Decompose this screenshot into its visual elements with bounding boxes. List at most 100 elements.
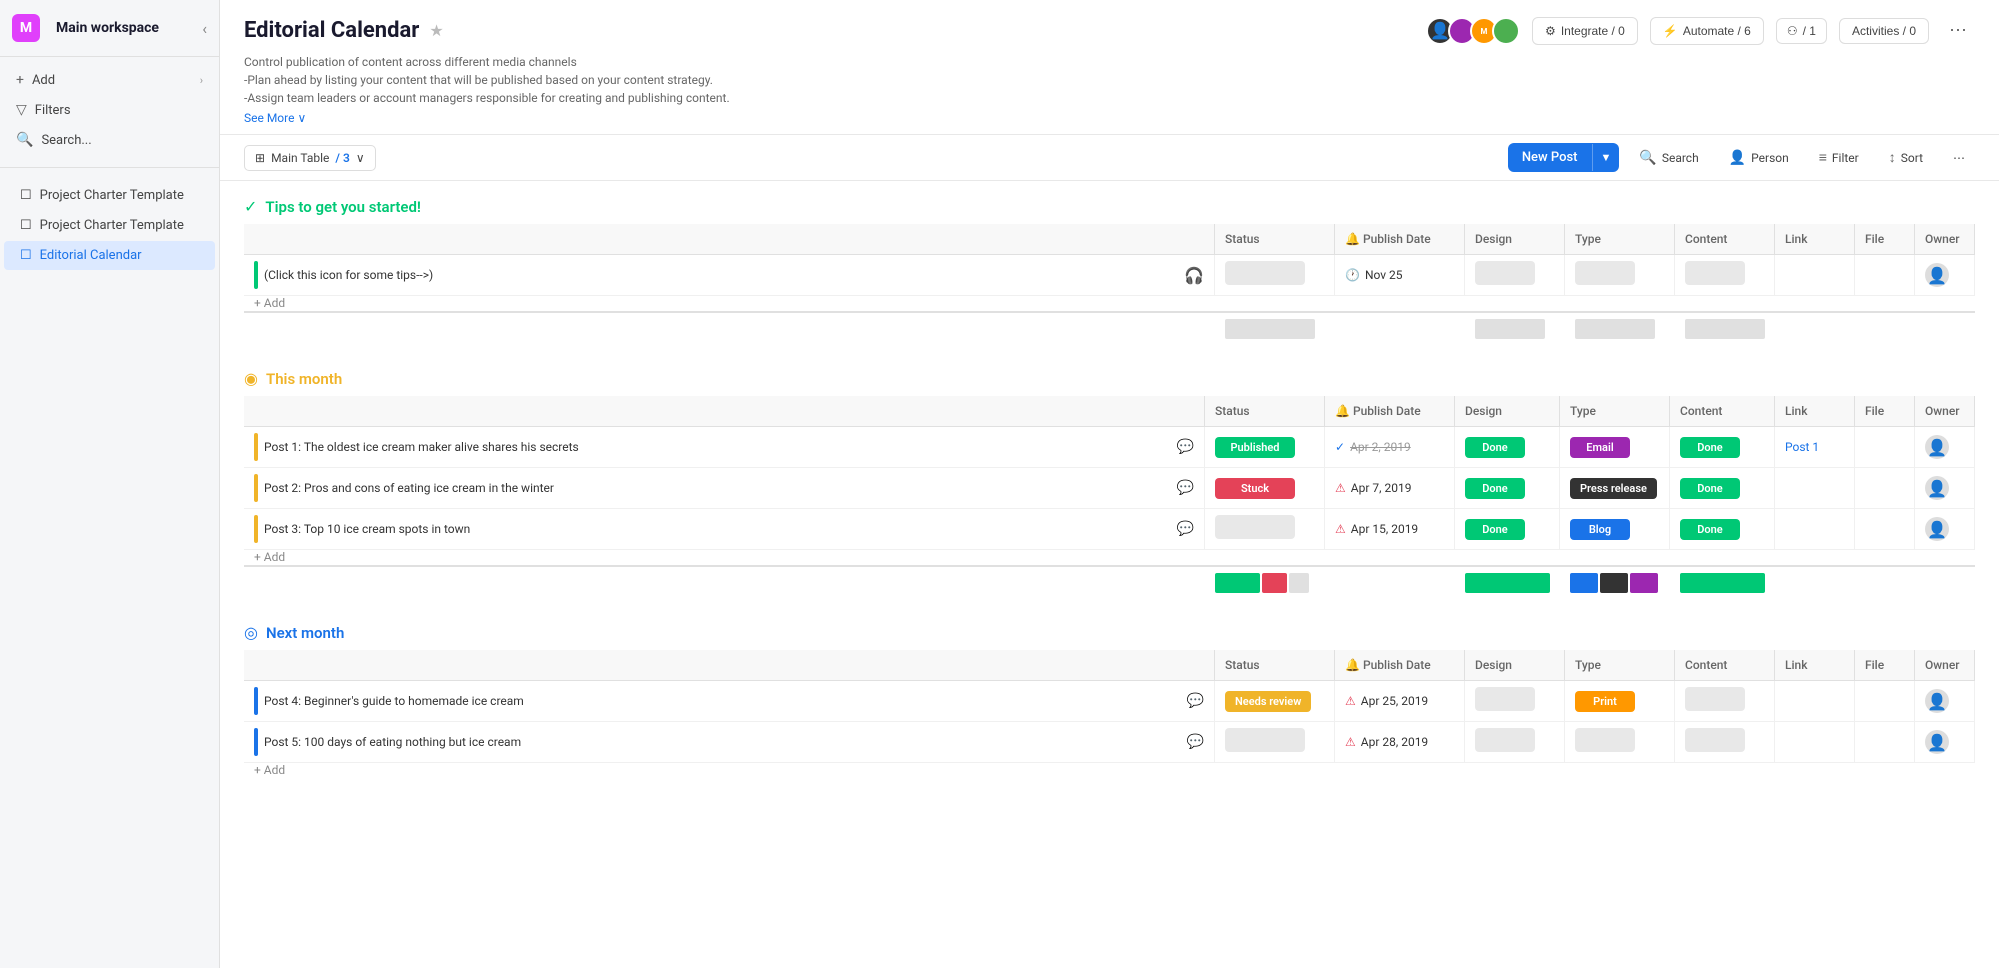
- design-cell: Done: [1455, 509, 1560, 550]
- col-header-file-2: File: [1855, 396, 1915, 427]
- type-badge: Email: [1570, 437, 1630, 458]
- summary-name-cell: [244, 566, 1205, 599]
- col-header-date-3: 🔔 Publish Date: [1335, 650, 1465, 681]
- filter-button[interactable]: ≡ Filter: [1809, 144, 1869, 171]
- date-check-icon: ✓: [1335, 440, 1345, 454]
- summary-press: [1600, 573, 1628, 593]
- summary-name-cell: [244, 312, 1215, 345]
- summary-status: [1215, 312, 1335, 345]
- automate-button[interactable]: ⚡ Automate / 6: [1650, 17, 1764, 45]
- sidebar-item-project1[interactable]: ☐ Project Charter Template: [4, 181, 215, 210]
- avatar-4: [1492, 17, 1520, 45]
- type-badge: Print: [1575, 691, 1635, 712]
- sort-button[interactable]: ↕ Sort: [1879, 144, 1933, 171]
- date-clock-icon: 🕐: [1345, 268, 1360, 282]
- design-badge: Done: [1465, 437, 1525, 458]
- col-header-file: File: [1855, 224, 1915, 255]
- col-header-content-2: Content: [1670, 396, 1775, 427]
- design-cell: [1465, 681, 1565, 722]
- automate-icon: ⚡: [1663, 24, 1678, 38]
- add-row-button[interactable]: + Add: [244, 290, 295, 316]
- summary-link: [1775, 566, 1855, 599]
- col-header-link-2: Link: [1775, 396, 1855, 427]
- file-cell: [1855, 722, 1915, 763]
- col-header-design: Design: [1465, 224, 1565, 255]
- summary-row-tips: [244, 312, 1975, 345]
- summary-content: [1670, 566, 1775, 599]
- avatar: 👤: [1925, 435, 1949, 459]
- see-more-link[interactable]: See More ∨: [244, 111, 306, 125]
- type-cell: Blog: [1560, 509, 1670, 550]
- summary-owner: [1915, 566, 1975, 599]
- row-name-cell: Post 2: Pros and cons of eating ice crea…: [244, 468, 1205, 509]
- integrate-button[interactable]: ⚙ Integrate / 0: [1532, 17, 1638, 45]
- new-post-button[interactable]: New Post ▼: [1508, 143, 1620, 172]
- table-row: Post 1: The oldest ice cream maker alive…: [244, 427, 1975, 468]
- summary-blog: [1630, 573, 1658, 593]
- toolbar: ⊞ Main Table / 3 ∨ New Post ▼ 🔍 Search 👤…: [220, 135, 1999, 181]
- link-cell: [1775, 468, 1855, 509]
- collapse-sidebar-button[interactable]: ‹: [202, 19, 207, 38]
- bell-icon-3: 🔔: [1345, 658, 1360, 672]
- type-cell: Print: [1565, 681, 1675, 722]
- summary-file: [1855, 566, 1915, 599]
- favorite-icon[interactable]: ★: [429, 21, 443, 40]
- col-header-owner-2: Owner: [1915, 396, 1975, 427]
- sidebar-item-project2[interactable]: ☐ Project Charter Template: [4, 211, 215, 240]
- members-button[interactable]: ⚇ / 1: [1776, 18, 1827, 44]
- comment-icon[interactable]: 💬: [1177, 480, 1194, 496]
- col-header-design-3: Design: [1465, 650, 1565, 681]
- avatar: 👤: [1925, 730, 1949, 754]
- add-row-button[interactable]: + Add: [244, 757, 295, 783]
- date-alert-icon: ⚠: [1345, 735, 1356, 749]
- comment-icon[interactable]: 💬: [1177, 521, 1194, 537]
- sidebar-item-editorial[interactable]: ☐ Editorial Calendar: [4, 241, 215, 270]
- table-selector[interactable]: ⊞ Main Table / 3 ∨: [244, 145, 376, 171]
- date-alert-icon: ⚠: [1335, 481, 1346, 495]
- sidebar-search-button[interactable]: 🔍 Search...: [0, 125, 219, 155]
- group-this-month-table: Status 🔔 Publish Date Design Type Conten…: [244, 396, 1975, 599]
- person-filter-button[interactable]: 👤 Person: [1719, 145, 1799, 171]
- type-badge: Press release: [1570, 478, 1657, 499]
- toolbar-more-button[interactable]: ⋯: [1943, 146, 1975, 170]
- row-indicator: [254, 515, 258, 543]
- status-badge: Published: [1215, 437, 1295, 458]
- type-empty: [1575, 261, 1635, 285]
- sidebar-nav: ☐ Project Charter Template ☐ Project Cha…: [0, 172, 219, 279]
- content-cell: [1675, 681, 1775, 722]
- page-title: Editorial Calendar: [244, 18, 419, 43]
- new-post-dropdown-icon[interactable]: ▼: [1592, 144, 1620, 171]
- comment-icon[interactable]: 💬: [1177, 439, 1194, 455]
- group-tips-body: (Click this icon for some tips-->) 🎧 🕐 N…: [244, 255, 1975, 346]
- design-cell: [1465, 722, 1565, 763]
- content-cell: Done: [1670, 468, 1775, 509]
- row-indicator: [254, 687, 258, 715]
- more-options-icon[interactable]: ⋯: [1941, 16, 1975, 45]
- comment-icon[interactable]: 💬: [1187, 693, 1204, 709]
- page-description: Control publication of content across di…: [244, 53, 944, 107]
- design-cell: [1465, 255, 1565, 296]
- owner-cell: 👤: [1915, 681, 1975, 722]
- col-header-status-2: Status: [1205, 396, 1325, 427]
- summary-segment: [1685, 319, 1765, 339]
- content-badge: Done: [1680, 519, 1740, 540]
- add-row-button[interactable]: + Add: [244, 544, 295, 570]
- content-cell: [1675, 722, 1775, 763]
- search-button[interactable]: 🔍 Search: [1629, 145, 1708, 171]
- design-empty: [1475, 687, 1535, 711]
- owner-cell: 👤: [1915, 468, 1975, 509]
- file-cell: [1855, 427, 1915, 468]
- avatar: 👤: [1925, 517, 1949, 541]
- col-header-link-3: Link: [1775, 650, 1855, 681]
- col-header-name-3: [244, 650, 1215, 681]
- date-cell: ⚠ Apr 28, 2019: [1335, 722, 1465, 763]
- header-actions: 👤 M ⚙ Integrate / 0 ⚡ Automate / 6: [1426, 16, 1975, 45]
- summary-owner: [1915, 312, 1975, 345]
- sidebar-filters-button[interactable]: ▽ Filters: [0, 95, 219, 125]
- activities-button[interactable]: Activities / 0: [1839, 18, 1929, 44]
- sidebar-add-button[interactable]: + Add ›: [0, 65, 219, 95]
- row-indicator: [254, 433, 258, 461]
- tip-icon[interactable]: 🎧: [1184, 266, 1204, 285]
- comment-icon[interactable]: 💬: [1187, 734, 1204, 750]
- plus-icon: +: [16, 72, 24, 88]
